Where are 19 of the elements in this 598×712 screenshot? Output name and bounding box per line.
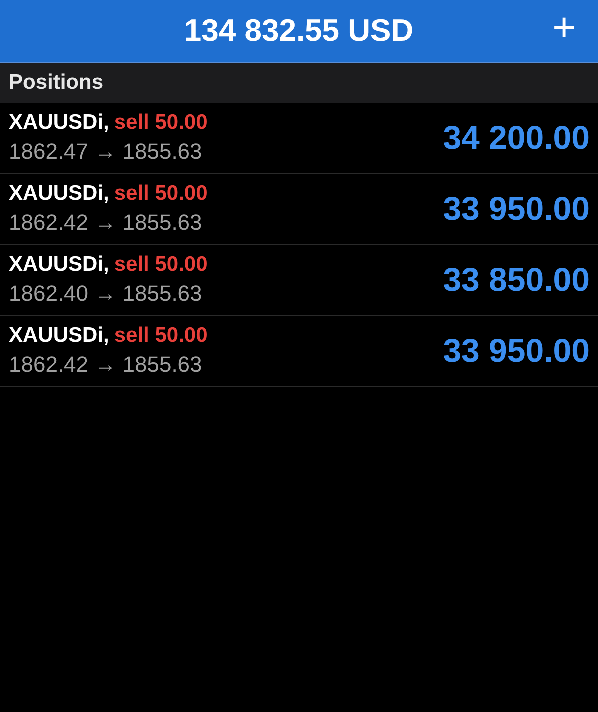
profit-value: 33 950.00 [443,190,590,228]
price-change: 1862.42 → 1855.63 [9,210,204,236]
profit-value: 33 950.00 [443,332,590,370]
add-button[interactable]: + [552,8,576,48]
symbol-label: XAUUSDi, [9,111,110,134]
symbol-label: XAUUSDi, [9,182,110,205]
price-change: 1862.42 → 1855.63 [9,352,204,378]
order-label: sell 50.00 [114,111,208,134]
symbol-label: XAUUSDi, [9,324,110,347]
symbol-label: XAUUSDi, [9,253,110,276]
price-change: 1862.40 → 1855.63 [9,281,204,307]
price-change: 1862.47 → 1855.63 [9,139,204,165]
section-header: Positions [9,71,104,95]
profit-value: 33 850.00 [443,261,590,299]
order-label: sell 50.00 [114,324,208,347]
order-label: sell 50.00 [114,253,208,276]
balance-title: 134 832.55 USD [184,13,414,49]
profit-value: 34 200.00 [443,119,590,157]
order-label: sell 50.00 [114,182,208,205]
